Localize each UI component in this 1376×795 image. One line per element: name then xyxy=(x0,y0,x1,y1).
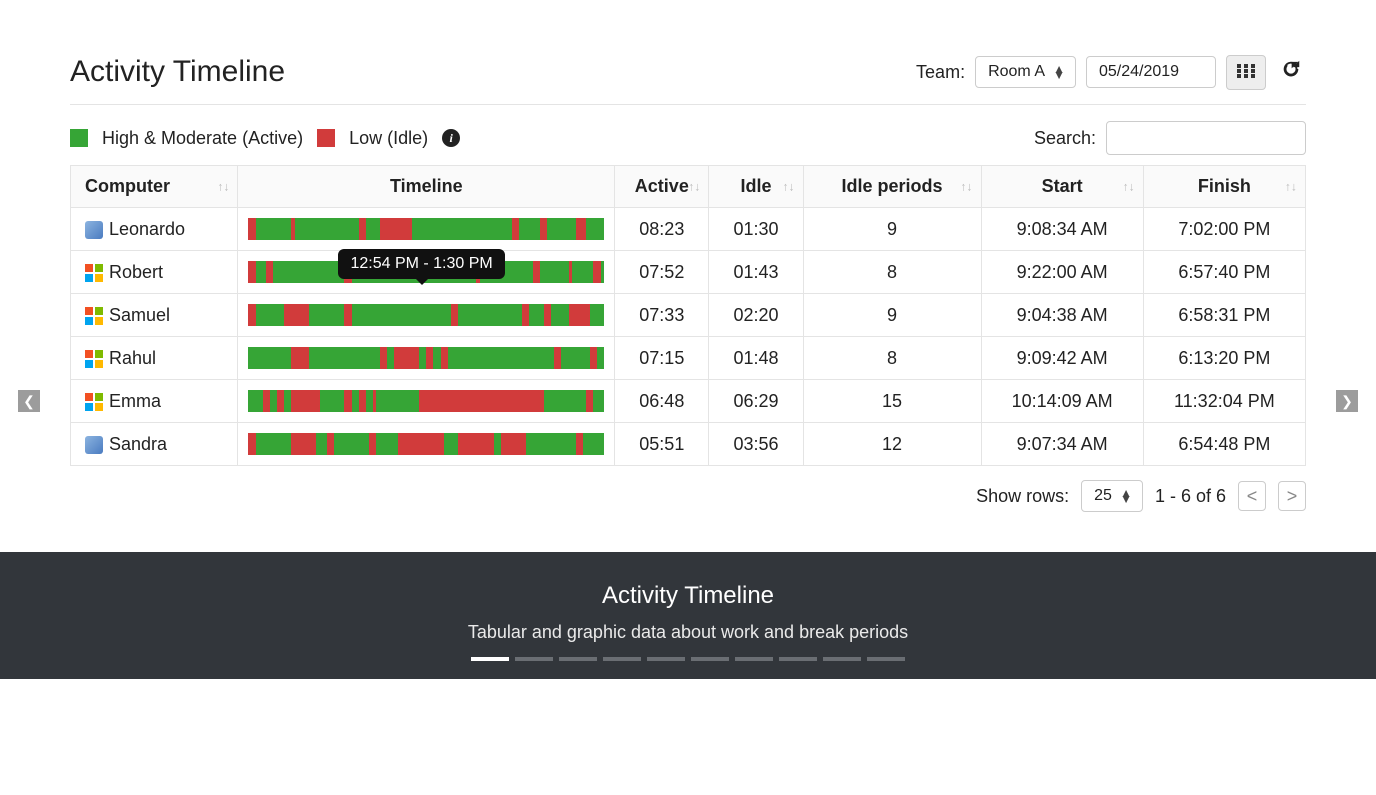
windows-os-icon xyxy=(85,393,103,411)
cell-start: 9:22:00 AM xyxy=(981,251,1143,294)
carousel-indicators[interactable] xyxy=(0,657,1376,661)
cell-active: 07:15 xyxy=(615,337,709,380)
cell-finish: 7:02:00 PM xyxy=(1143,208,1305,251)
col-idle-periods[interactable]: Idle periods↑↓ xyxy=(803,166,981,208)
computer-name: Leonardo xyxy=(109,219,185,239)
col-active[interactable]: Active↑↓ xyxy=(615,166,709,208)
activity-table: Computer↑↓ Timeline Active↑↓ Idle↑↓ Idle… xyxy=(70,165,1306,466)
cell-idle_periods: 12 xyxy=(803,423,981,466)
cell-finish: 6:54:48 PM xyxy=(1143,423,1305,466)
cell-active: 07:52 xyxy=(615,251,709,294)
computer-name: Robert xyxy=(109,262,163,282)
cell-active: 06:48 xyxy=(615,380,709,423)
timeline-bar[interactable] xyxy=(248,390,604,412)
show-rows-label: Show rows: xyxy=(976,486,1069,507)
computer-name: Rahul xyxy=(109,348,156,368)
cell-start: 9:08:34 AM xyxy=(981,208,1143,251)
cell-start: 10:14:09 AM xyxy=(981,380,1143,423)
carousel-prev[interactable]: ❮ xyxy=(18,390,40,412)
caption-band: Activity Timeline Tabular and graphic da… xyxy=(0,552,1376,679)
cell-idle_periods: 9 xyxy=(803,294,981,337)
caret-icon: ▲▼ xyxy=(1053,66,1065,78)
team-label: Team: xyxy=(916,62,965,83)
caption-sub: Tabular and graphic data about work and … xyxy=(0,622,1376,643)
table-row[interactable]: Samuel 07:3302:2099:04:38 AM6:58:31 PM xyxy=(71,294,1306,337)
col-start[interactable]: Start↑↓ xyxy=(981,166,1143,208)
windows-os-icon xyxy=(85,350,103,368)
cell-idle_periods: 8 xyxy=(803,337,981,380)
sort-icon: ↑↓ xyxy=(961,183,973,190)
refresh-icon xyxy=(1280,58,1302,80)
col-computer[interactable]: Computer↑↓ xyxy=(71,166,238,208)
cell-idle: 06:29 xyxy=(709,380,803,423)
legend-active-swatch xyxy=(70,129,88,147)
computer-name: Sandra xyxy=(109,434,167,454)
windows-os-icon xyxy=(85,264,103,282)
sort-icon: ↑↓ xyxy=(688,183,700,190)
cell-idle: 01:48 xyxy=(709,337,803,380)
table-row[interactable]: Rahul 07:1501:4889:09:42 AM6:13:20 PM xyxy=(71,337,1306,380)
computer-name: Emma xyxy=(109,391,161,411)
mac-os-icon xyxy=(85,221,103,239)
col-idle[interactable]: Idle↑↓ xyxy=(709,166,803,208)
timeline-bar[interactable] xyxy=(248,347,604,369)
table-row[interactable]: Leonardo 08:2301:3099:08:34 AM7:02:00 PM xyxy=(71,208,1306,251)
cell-start: 9:07:34 AM xyxy=(981,423,1143,466)
cell-start: 9:09:42 AM xyxy=(981,337,1143,380)
cell-finish: 11:32:04 PM xyxy=(1143,380,1305,423)
pager-prev[interactable]: < xyxy=(1238,481,1266,511)
windows-os-icon xyxy=(85,307,103,325)
table-row[interactable]: Sandra 05:5103:56129:07:34 AM6:54:48 PM xyxy=(71,423,1306,466)
cell-idle: 01:43 xyxy=(709,251,803,294)
info-icon[interactable]: i xyxy=(442,129,460,147)
timeline-tooltip: 12:54 PM - 1:30 PM xyxy=(338,249,504,279)
caption-title: Activity Timeline xyxy=(0,582,1376,610)
legend-active-label: High & Moderate (Active) xyxy=(102,128,303,149)
cell-idle_periods: 9 xyxy=(803,208,981,251)
cell-finish: 6:57:40 PM xyxy=(1143,251,1305,294)
cell-idle: 03:56 xyxy=(709,423,803,466)
show-rows-value: 25 xyxy=(1094,487,1112,504)
sort-icon: ↑↓ xyxy=(217,183,229,190)
cell-start: 9:04:38 AM xyxy=(981,294,1143,337)
grid-view-button[interactable] xyxy=(1226,55,1266,90)
col-finish[interactable]: Finish↑↓ xyxy=(1143,166,1305,208)
cell-idle: 01:30 xyxy=(709,208,803,251)
grid-icon xyxy=(1237,64,1255,78)
cell-active: 07:33 xyxy=(615,294,709,337)
show-rows-select[interactable]: 25 ▲▼ xyxy=(1081,480,1143,512)
date-input[interactable]: 05/24/2019 xyxy=(1086,56,1216,88)
team-select-value: Room A xyxy=(988,63,1045,80)
pager-next[interactable]: > xyxy=(1278,481,1306,511)
legend-idle-swatch xyxy=(317,129,335,147)
computer-name: Samuel xyxy=(109,305,170,325)
cell-idle_periods: 15 xyxy=(803,380,981,423)
timeline-bar[interactable] xyxy=(248,433,604,455)
timeline-bar[interactable] xyxy=(248,218,604,240)
page-title: Activity Timeline xyxy=(70,55,285,89)
sort-icon: ↑↓ xyxy=(783,183,795,190)
col-timeline[interactable]: Timeline xyxy=(238,166,615,208)
search-input[interactable] xyxy=(1106,121,1306,155)
pager-range: 1 - 6 of 6 xyxy=(1155,486,1226,507)
cell-finish: 6:13:20 PM xyxy=(1143,337,1305,380)
cell-finish: 6:58:31 PM xyxy=(1143,294,1305,337)
carousel-next[interactable]: ❯ xyxy=(1336,390,1358,412)
sort-icon: ↑↓ xyxy=(1123,183,1135,190)
cell-idle_periods: 8 xyxy=(803,251,981,294)
cell-active: 08:23 xyxy=(615,208,709,251)
refresh-button[interactable] xyxy=(1276,54,1306,90)
table-row[interactable]: Emma 06:4806:291510:14:09 AM11:32:04 PM xyxy=(71,380,1306,423)
mac-os-icon xyxy=(85,436,103,454)
timeline-bar[interactable] xyxy=(248,304,604,326)
sort-icon: ↑↓ xyxy=(1285,183,1297,190)
search-label: Search: xyxy=(1034,128,1096,149)
caret-icon: ▲▼ xyxy=(1120,490,1132,502)
cell-active: 05:51 xyxy=(615,423,709,466)
table-row[interactable]: Robert 12:54 PM - 1:30 PM 07:5201:4389:22:… xyxy=(71,251,1306,294)
cell-idle: 02:20 xyxy=(709,294,803,337)
legend-idle-label: Low (Idle) xyxy=(349,128,428,149)
team-select[interactable]: Room A ▲▼ xyxy=(975,56,1076,88)
